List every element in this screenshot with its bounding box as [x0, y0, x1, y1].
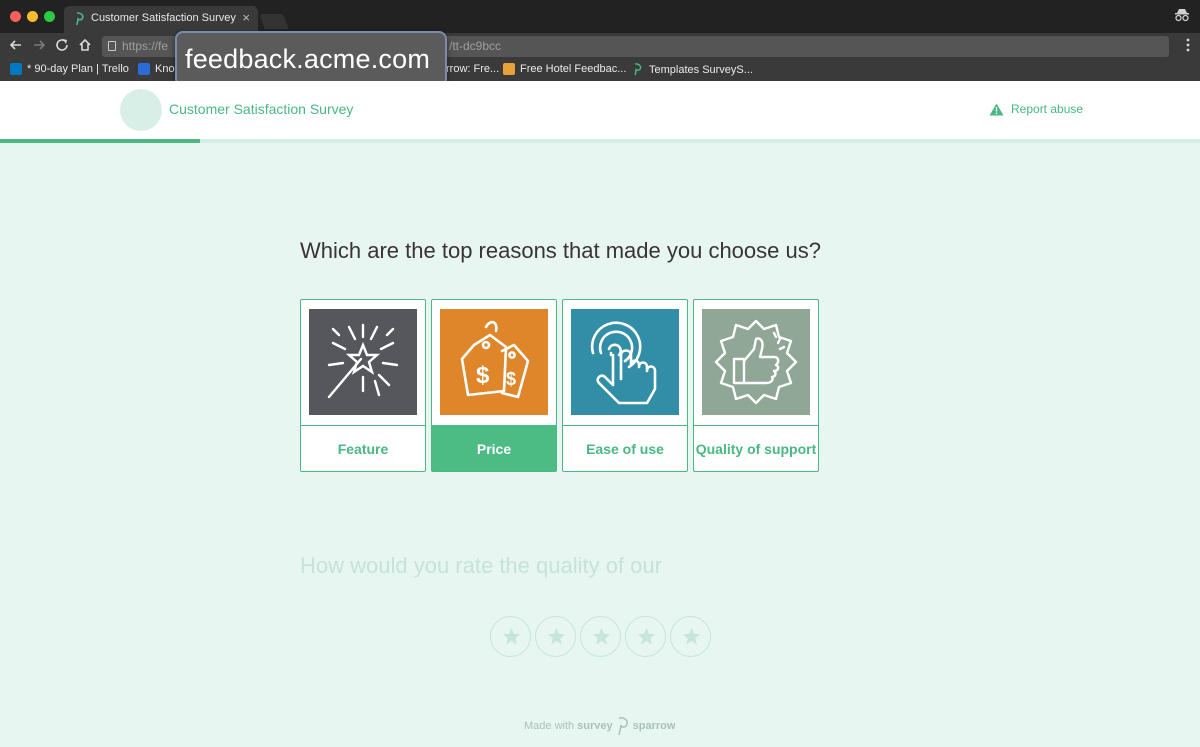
- option-bg: [702, 309, 810, 415]
- bookmark-kno[interactable]: Kno: [138, 63, 175, 75]
- option-label-area: Quality of support: [694, 425, 818, 471]
- bookmark-trello[interactable]: * 90-day Plan | Trello: [10, 63, 129, 75]
- bookmark-hotel-feedback[interactable]: Free Hotel Feedbac...: [503, 63, 626, 75]
- option-ease-of-use[interactable]: Ease of use: [562, 299, 688, 472]
- options-grid: Feature $ $ Price Ease of use Quality of…: [300, 299, 826, 472]
- url-overlay: feedback.acme.com: [175, 31, 447, 87]
- bookmark-label: Templates SurveyS...: [649, 63, 753, 76]
- incognito-icon: [1175, 9, 1189, 22]
- tab-title: Customer Satisfaction Survey: [91, 12, 236, 24]
- footer-brand-survey: survey: [577, 720, 613, 732]
- next-question-title: How would you rate the quality of our: [300, 553, 662, 578]
- url-overlay-text: feedback.acme.com: [185, 44, 431, 74]
- page-info-icon[interactable]: [108, 41, 116, 51]
- sparrow-logo-icon: [617, 717, 628, 736]
- tab-strip: Customer Satisfaction Survey ×: [0, 0, 1200, 33]
- star-rating: [490, 616, 712, 658]
- bookmark-icon: [138, 63, 150, 75]
- forward-arrow-icon[interactable]: [31, 37, 47, 53]
- bookmark-templates[interactable]: Templates SurveyS...: [632, 63, 753, 76]
- dollar-glyph: $: [506, 369, 516, 389]
- survey-icon: [503, 63, 515, 75]
- option-label: Price: [476, 440, 512, 457]
- star-icon: [682, 627, 701, 645]
- star-icon: [637, 627, 656, 645]
- option-label-area: Price: [432, 425, 556, 471]
- survey-title: Customer Satisfaction Survey: [169, 101, 354, 117]
- option-quality-of-support[interactable]: Quality of support: [693, 299, 819, 472]
- minimize-window-button[interactable]: [27, 11, 38, 22]
- star-4[interactable]: [625, 616, 666, 657]
- bookmark-label: rrow: Fre...: [446, 63, 500, 75]
- star-2[interactable]: [535, 616, 576, 657]
- footer-made-with: Made with: [524, 720, 575, 732]
- star-3[interactable]: [580, 616, 621, 657]
- star-1[interactable]: [490, 616, 531, 657]
- report-abuse-label: Report abuse: [1011, 102, 1084, 116]
- bookmark-label: Free Hotel Feedbac...: [520, 63, 627, 75]
- warning-icon: [989, 103, 1004, 115]
- report-abuse-link[interactable]: Report abuse: [989, 102, 1083, 116]
- new-tab-button[interactable]: [259, 14, 289, 29]
- progress-fill: [0, 139, 201, 143]
- option-feature[interactable]: Feature: [300, 299, 426, 472]
- survey-header: Customer Satisfaction Survey Report abus…: [0, 81, 1200, 139]
- question-title: Which are the top reasons that made you …: [300, 238, 821, 263]
- option-label-area: Ease of use: [563, 425, 687, 471]
- url-prefix: https://fe: [122, 39, 169, 53]
- option-bg: [440, 309, 548, 415]
- footer-brand-sparrow: sparrow: [632, 720, 676, 732]
- sparrow-icon: [76, 12, 84, 26]
- star-icon: [547, 627, 566, 645]
- price-tag-icon: $ $: [440, 309, 548, 415]
- back-arrow-icon[interactable]: [8, 37, 24, 53]
- option-label: Quality of support: [695, 440, 817, 457]
- close-window-button[interactable]: [10, 11, 21, 22]
- survey-progress-bar: [0, 139, 1200, 143]
- tab-close-icon[interactable]: ×: [242, 10, 250, 25]
- trello-icon: [10, 63, 22, 75]
- company-logo: [120, 89, 162, 131]
- option-label: Feature: [337, 440, 389, 457]
- browser-tab[interactable]: Customer Satisfaction Survey ×: [64, 6, 258, 33]
- url-suffix: /tt-dc9bcc: [449, 39, 502, 53]
- maximize-window-button[interactable]: [44, 11, 55, 22]
- option-price[interactable]: $ $ Price: [431, 299, 557, 472]
- sparkle-wand-icon: [309, 309, 417, 415]
- star-icon: [502, 627, 521, 645]
- browser-menu-icon[interactable]: [1186, 38, 1190, 52]
- tap-hand-icon: [571, 309, 679, 415]
- option-label-area: Feature: [301, 425, 425, 471]
- option-label: Ease of use: [586, 440, 664, 457]
- powered-by-footer[interactable]: Made with survey sparrow: [524, 716, 675, 736]
- bookmark-sparrow[interactable]: rrow: Fre...: [446, 63, 499, 75]
- bookmark-label: * 90-day Plan | Trello: [27, 63, 129, 75]
- dollar-glyph: $: [476, 362, 490, 389]
- reload-icon[interactable]: [54, 37, 70, 53]
- star-icon: [592, 627, 611, 645]
- home-icon[interactable]: [77, 37, 93, 53]
- sparrow-icon: [634, 63, 642, 76]
- star-5[interactable]: [670, 616, 711, 657]
- thumbs-up-badge-icon: [702, 309, 810, 415]
- bookmark-label: Kno: [155, 63, 175, 75]
